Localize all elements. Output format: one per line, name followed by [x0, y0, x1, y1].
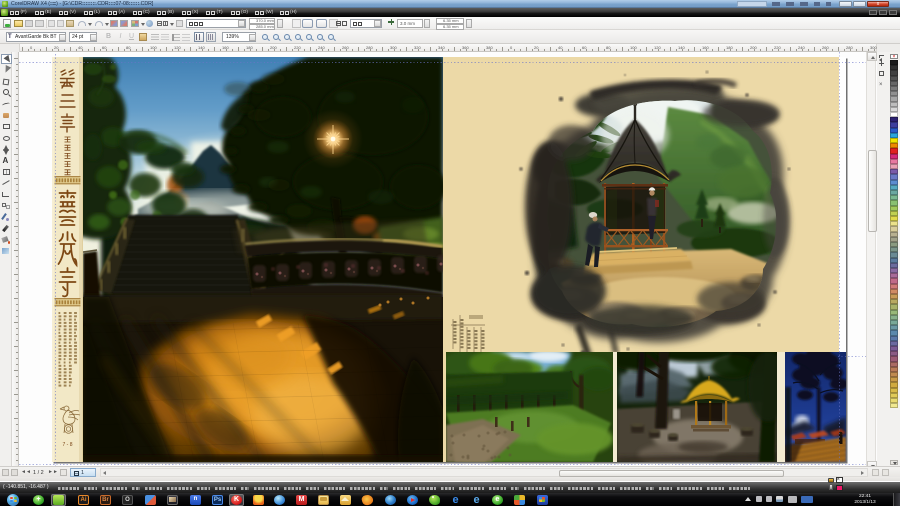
svg-text:7 - 8: 7 - 8 [62, 442, 72, 448]
